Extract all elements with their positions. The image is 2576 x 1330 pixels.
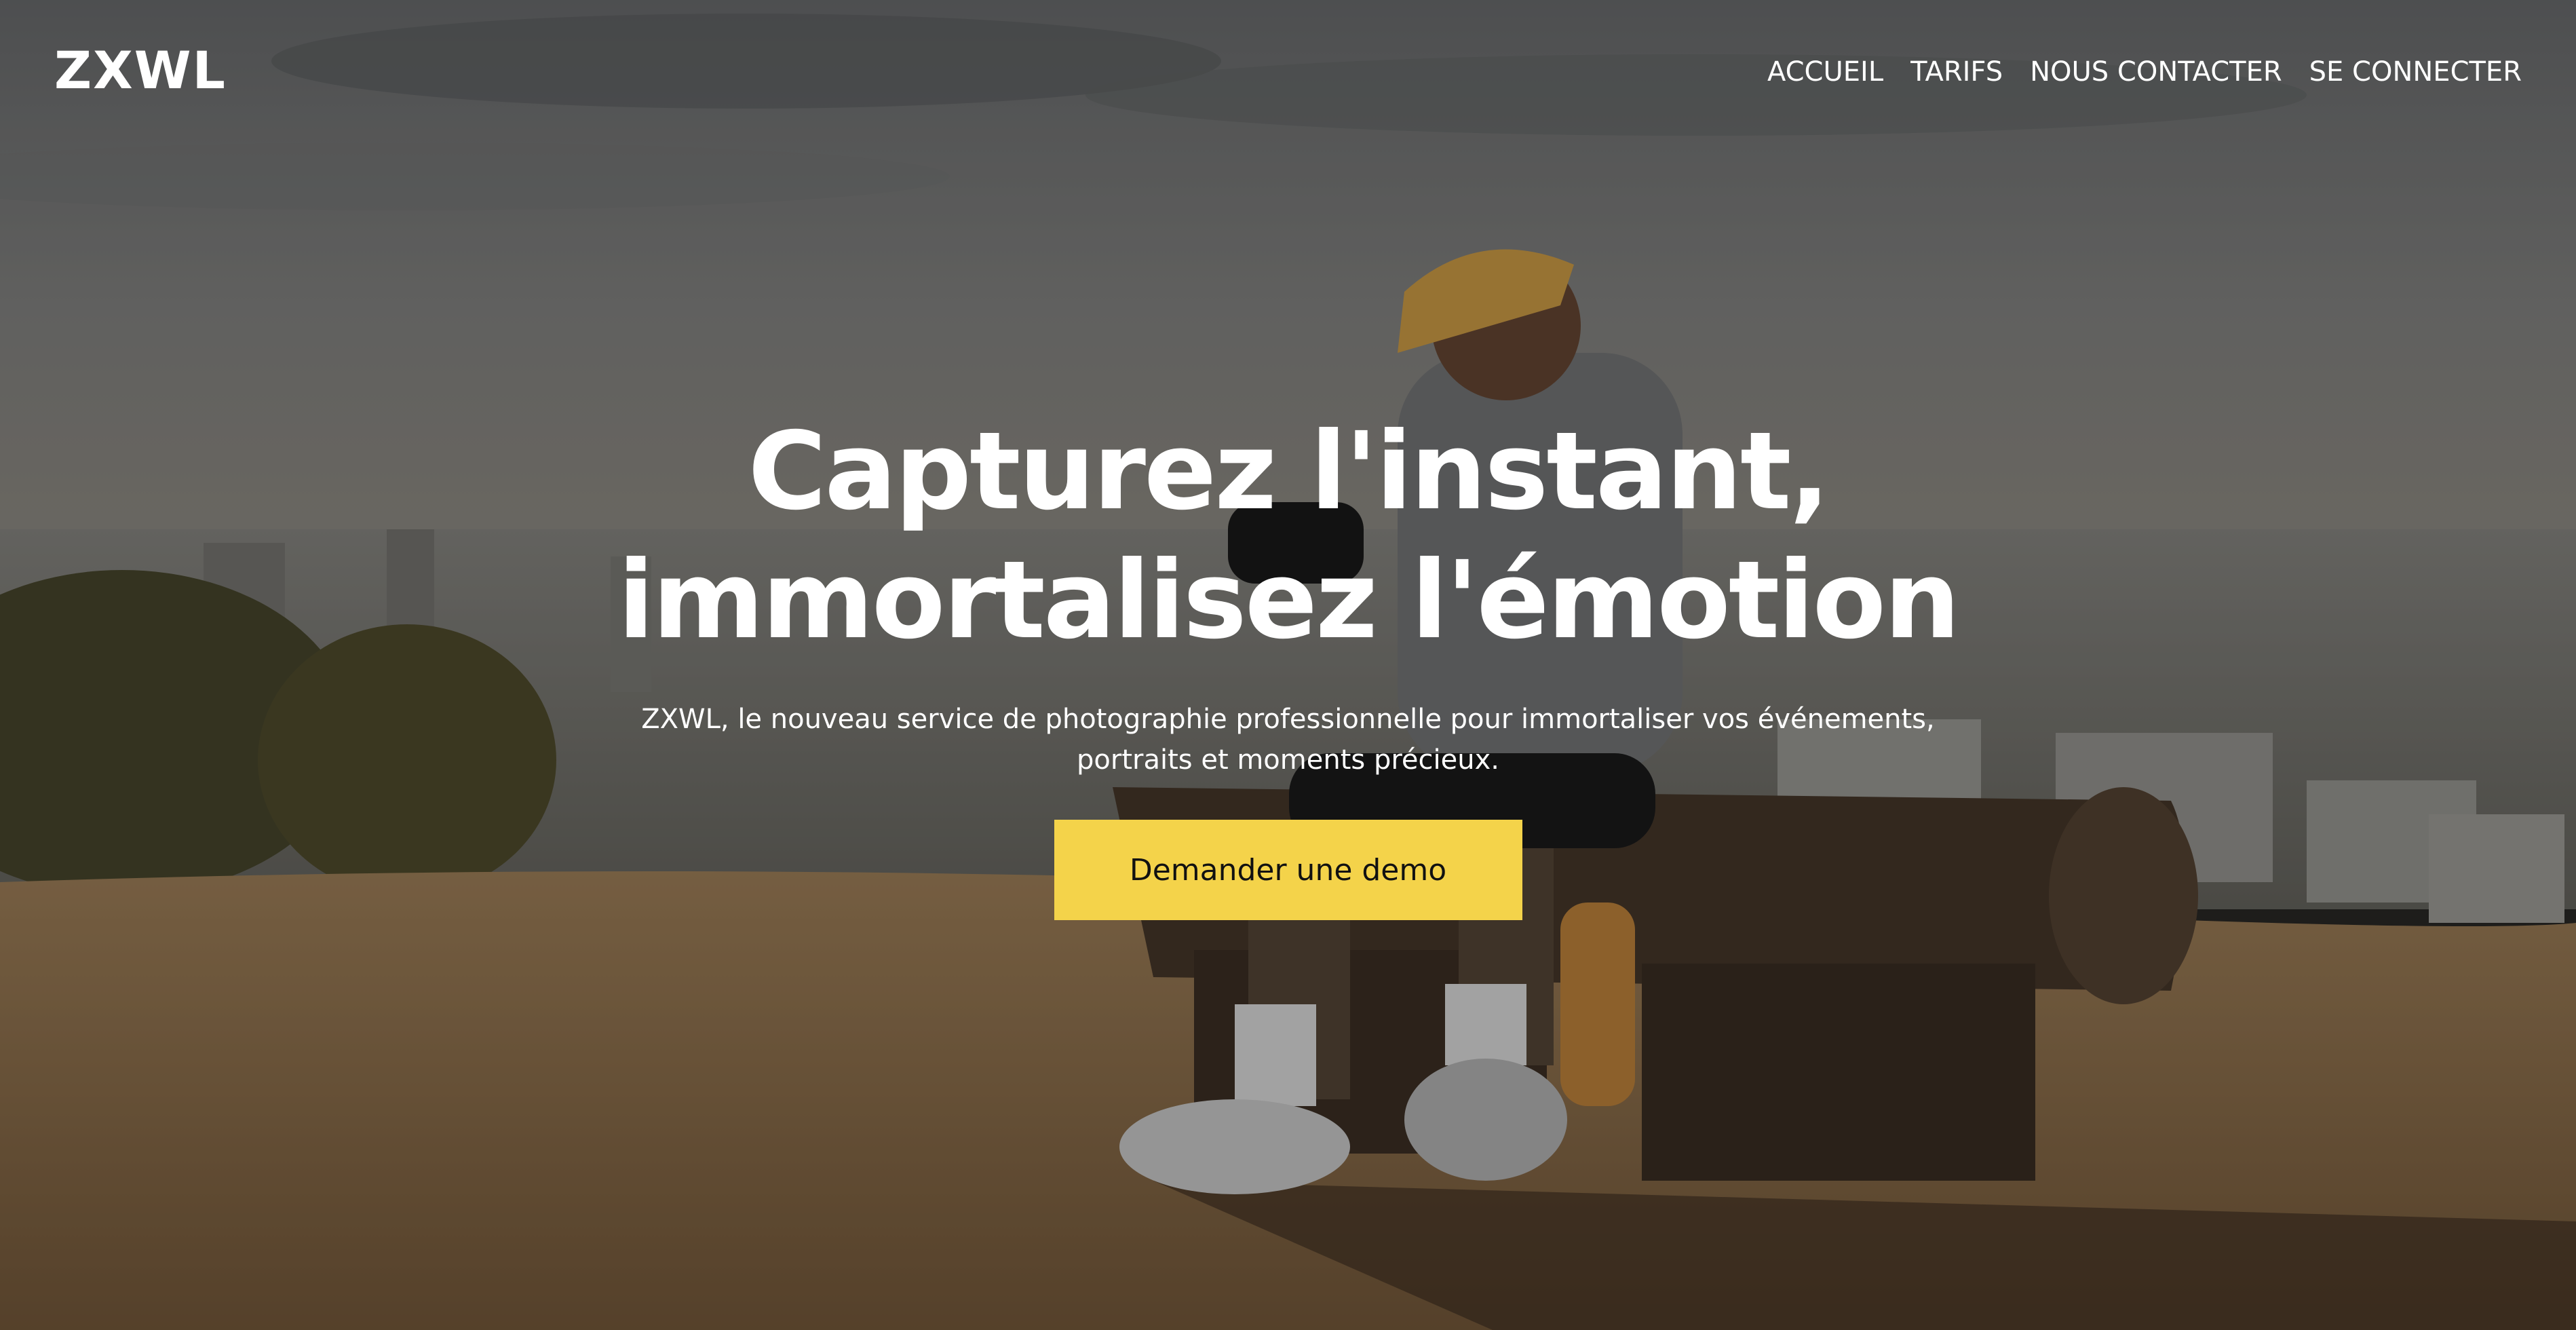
hero-section: Capturez l'instant, immortalisez l'émoti… xyxy=(0,407,2576,920)
hero-subtitle-line-2: portraits et moments précieux. xyxy=(1077,744,1499,776)
nav-link-se-connecter[interactable]: SE CONNECTER xyxy=(2309,58,2522,86)
hero-subtitle-line-1: ZXWL, le nouveau service de photographie… xyxy=(641,704,1935,735)
site-logo[interactable]: ZXWL xyxy=(54,45,227,96)
hero-title: Capturez l'instant, immortalisez l'émoti… xyxy=(542,407,2035,665)
main-nav: ACCUEIL TARIFS NOUS CONTACTER SE CONNECT… xyxy=(1767,58,2522,86)
request-demo-button[interactable]: Demander une demo xyxy=(1054,820,1522,920)
nav-link-tarifs[interactable]: TARIFS xyxy=(1910,58,2003,86)
hero-title-line-1: Capturez l'instant, xyxy=(748,409,1830,534)
landing-page: ZXWL ACCUEIL TARIFS NOUS CONTACTER SE CO… xyxy=(0,0,2576,1330)
nav-link-nous-contacter[interactable]: NOUS CONTACTER xyxy=(2030,58,2282,86)
nav-link-accueil[interactable]: ACCUEIL xyxy=(1767,58,1883,86)
hero-subtitle: ZXWL, le nouveau service de photographie… xyxy=(623,699,1953,780)
site-header: ZXWL ACCUEIL TARIFS NOUS CONTACTER SE CO… xyxy=(0,0,2576,149)
hero-title-line-2: immortalisez l'émotion xyxy=(617,538,1960,663)
